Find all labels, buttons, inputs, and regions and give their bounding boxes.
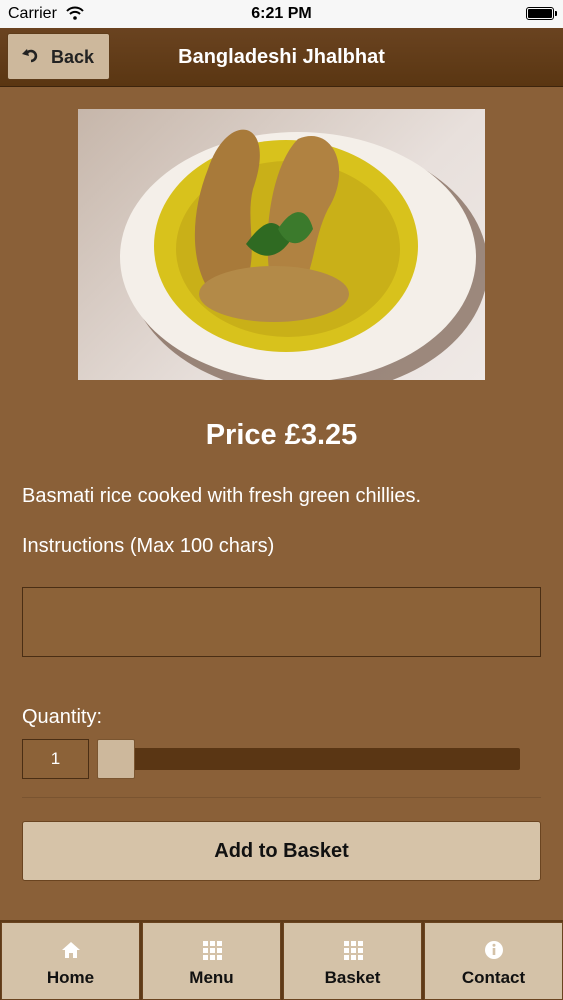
tab-label: Menu [189, 968, 234, 987]
divider [22, 797, 541, 798]
tab-contact[interactable]: Contact [424, 922, 563, 1000]
status-bar: Carrier 6:21 PM [0, 0, 563, 28]
dish-image [78, 109, 485, 380]
clock: 6:21 PM [251, 5, 312, 22]
home-icon [2, 940, 139, 960]
price-label: Price £3.25 [205, 419, 358, 451]
back-label: Back [51, 47, 95, 67]
quantity-label: Quantity: [22, 706, 103, 728]
instructions-label: Instructions (Max 100 chars) [22, 535, 275, 557]
back-button[interactable]: Back [7, 33, 110, 80]
quantity-field[interactable]: 1 [22, 739, 89, 779]
quantity-slider-track[interactable] [97, 748, 520, 770]
info-icon [425, 940, 562, 960]
instructions-input[interactable] [22, 587, 541, 657]
tab-label: Basket [324, 968, 381, 987]
add-to-basket-button[interactable]: Add to Basket [22, 821, 541, 881]
grid-icon [143, 940, 280, 960]
tab-label: Home [46, 968, 95, 987]
tab-label: Contact [461, 968, 526, 987]
quantity-slider-thumb[interactable] [97, 739, 135, 779]
tab-menu[interactable]: Menu [142, 922, 281, 1000]
battery-icon [526, 7, 557, 20]
nav-header: Back Bangladeshi Jhalbhat [0, 28, 563, 87]
tab-basket[interactable]: Basket [283, 922, 422, 1000]
grid-icon [284, 940, 421, 960]
back-arrow-icon [22, 47, 40, 70]
page-title: Bangladeshi Jhalbhat [178, 46, 385, 68]
tab-bar: Home Menu Basket Contact [0, 920, 563, 1000]
tab-home[interactable]: Home [1, 922, 140, 1000]
dish-description: Basmati rice cooked with fresh green chi… [22, 485, 422, 507]
